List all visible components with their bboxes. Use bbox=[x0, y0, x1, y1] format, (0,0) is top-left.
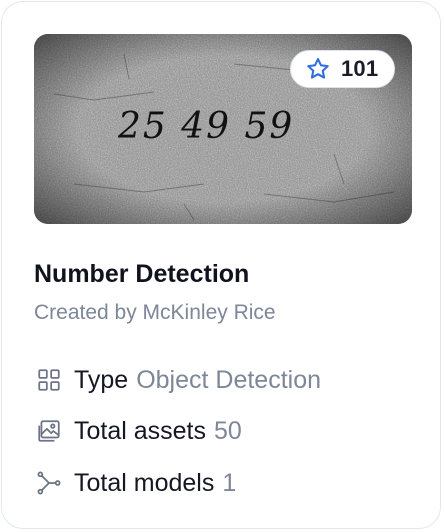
meta-assets: Total assets 50 bbox=[36, 415, 242, 447]
meta-assets-value: 50 bbox=[214, 416, 242, 445]
grid-icon bbox=[36, 367, 62, 393]
project-creator: Created by McKinley Rice bbox=[34, 301, 276, 324]
meta-models: Total models 1 bbox=[36, 467, 236, 499]
star-count: 101 bbox=[341, 56, 379, 81]
image-icon bbox=[36, 418, 62, 444]
meta-type: Type Object Detection bbox=[36, 364, 321, 396]
meta-models-value: 1 bbox=[222, 468, 237, 497]
meta-type-value: Object Detection bbox=[136, 365, 322, 394]
project-title[interactable]: Number Detection bbox=[34, 260, 249, 289]
thumbnail-handwritten-text: 25 49 59 bbox=[117, 106, 294, 147]
meta-assets-label: Total assets bbox=[74, 416, 207, 445]
star-button[interactable]: 101 bbox=[290, 50, 395, 88]
project-card[interactable]: 25 49 59 101 Number Detection Created by… bbox=[1, 1, 441, 529]
star-icon bbox=[305, 56, 331, 82]
branch-icon bbox=[36, 470, 62, 496]
meta-models-label: Total models bbox=[74, 468, 215, 497]
meta-type-label: Type bbox=[74, 365, 129, 394]
